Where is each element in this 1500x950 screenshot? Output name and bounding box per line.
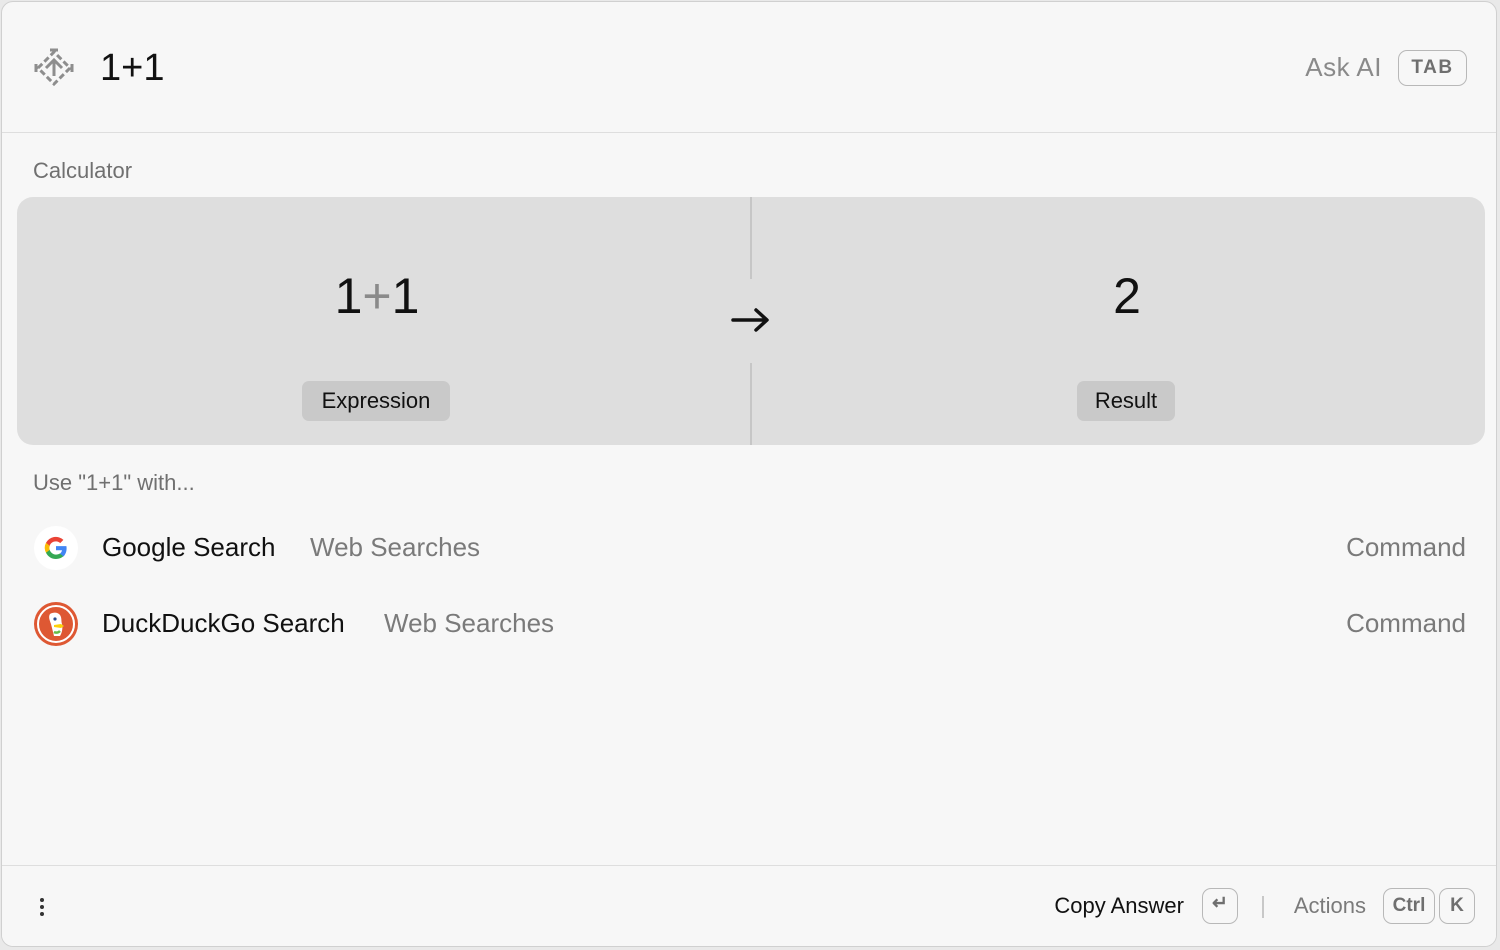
calculator-divider xyxy=(750,363,752,445)
ask-ai-button[interactable]: Ask AI xyxy=(1305,52,1382,83)
row-subtitle: Web Searches xyxy=(310,532,481,562)
row-title: Google Search xyxy=(102,532,276,562)
enter-key-hint: ↵ xyxy=(1202,888,1238,924)
search-input[interactable] xyxy=(100,42,800,94)
footer-divider xyxy=(1262,896,1264,918)
fallback-section-title: Use "1+1" with... xyxy=(33,470,195,495)
search-header: Ask AI TAB xyxy=(2,2,1496,133)
tab-key-hint: TAB xyxy=(1398,50,1467,86)
google-icon xyxy=(34,526,78,570)
expression-value: 1+1 xyxy=(177,267,577,325)
list-item-google-search[interactable]: Google Search Web Searches Command xyxy=(2,516,1496,580)
expression-left-operand: 1 xyxy=(334,268,363,324)
action-footer: Copy Answer ↵ Actions Ctrl K xyxy=(2,865,1496,946)
row-subtitle: Web Searches xyxy=(384,608,555,638)
expression-label: Expression xyxy=(302,381,450,421)
calculator-result-card[interactable]: 1+1 Expression 2 Result xyxy=(17,197,1485,445)
result-label: Result xyxy=(1077,381,1175,421)
row-title: DuckDuckGo Search xyxy=(102,608,345,638)
row-accessory: Command xyxy=(1346,532,1466,562)
arrow-right-icon xyxy=(731,308,769,332)
list-item-duckduckgo-search[interactable]: DuckDuckGo Search Web Searches Command xyxy=(2,592,1496,656)
copy-answer-button[interactable]: Copy Answer xyxy=(1054,893,1184,919)
expression-right-operand: 1 xyxy=(391,268,420,324)
expression-operator: + xyxy=(362,268,392,324)
row-accessory: Command xyxy=(1346,608,1466,638)
k-key-hint: K xyxy=(1439,888,1475,924)
result-value: 2 xyxy=(1113,268,1141,324)
ctrl-key-hint: Ctrl xyxy=(1383,888,1435,924)
duckduckgo-icon xyxy=(34,602,78,646)
calculator-section-title: Calculator xyxy=(33,158,133,183)
calculator-divider xyxy=(750,197,752,279)
more-vertical-icon[interactable] xyxy=(30,892,54,922)
actions-button[interactable]: Actions xyxy=(1294,893,1366,919)
app-logo-icon xyxy=(34,48,74,87)
launcher-window: Ask AI TAB Calculator 1+1 Expression 2 R… xyxy=(1,1,1497,947)
